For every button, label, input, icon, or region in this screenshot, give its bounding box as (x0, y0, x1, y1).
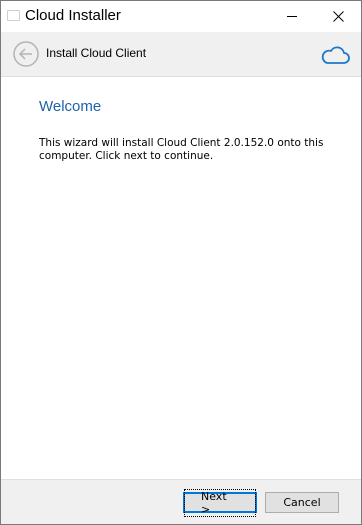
wizard-header: Install Cloud Client (1, 32, 361, 76)
title-bar: Cloud Installer (1, 1, 361, 32)
wizard-content: Welcome This wizard will install Cloud C… (1, 77, 361, 487)
app-icon (7, 10, 20, 21)
wizard-footer: Next > Cancel (1, 480, 361, 524)
window-title: Cloud Installer (25, 7, 121, 24)
close-button[interactable] (315, 1, 361, 32)
minimize-button[interactable] (269, 1, 315, 32)
next-button[interactable]: Next > (183, 488, 257, 517)
minimize-icon (287, 16, 297, 17)
page-heading: Welcome (39, 98, 102, 115)
installer-window: Cloud Installer Install Cloud Client Wel… (0, 0, 362, 525)
back-arrow-icon (13, 41, 39, 67)
welcome-message: This wizard will install Cloud Client 2.… (39, 137, 324, 162)
next-button-label: Next > (184, 488, 256, 517)
back-button[interactable] (13, 41, 39, 67)
cancel-button[interactable]: Cancel (265, 492, 339, 513)
header-title: Install Cloud Client (46, 46, 147, 60)
cloud-icon (321, 46, 350, 64)
close-icon (332, 11, 344, 22)
